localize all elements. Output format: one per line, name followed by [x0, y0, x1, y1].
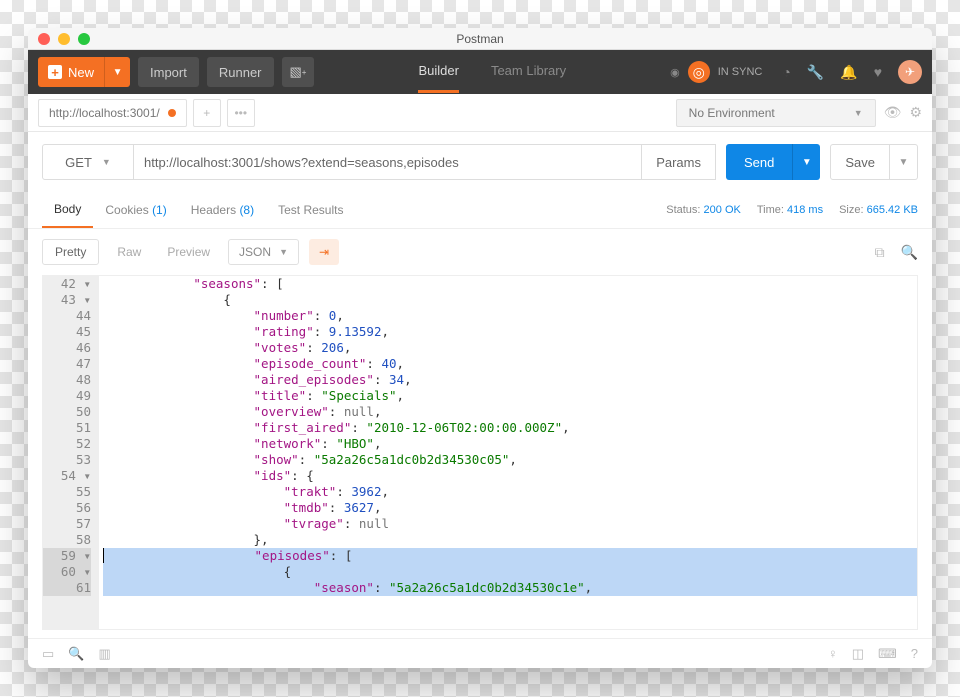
tab-cookies[interactable]: Cookies (1)	[93, 193, 178, 227]
headers-count: (8)	[239, 203, 254, 217]
size-value: 665.42 KB	[867, 204, 918, 216]
time-value: 418 ms	[787, 204, 823, 216]
cookies-label: Cookies	[105, 203, 148, 217]
http-method-selector[interactable]: GET ▼	[42, 144, 134, 180]
settings-wrench-icon[interactable]: 🔧	[807, 64, 824, 81]
new-window-button[interactable]: ▧+	[282, 57, 315, 87]
chevron-down-icon: ▼	[854, 108, 863, 118]
chevron-down-icon: ▼	[279, 247, 288, 257]
statusbar: ▭ 🔍 ▥ ♀ ◫ ⌨ ?	[28, 638, 932, 668]
console-icon[interactable]: ▥	[98, 646, 110, 662]
response-viewbar: Pretty Raw Preview JSON ▼ ⇥ ⧉ 🔍	[28, 229, 932, 275]
plus-icon: +	[48, 65, 62, 79]
environment-selector[interactable]: No Environment ▼	[676, 99, 876, 127]
find-icon[interactable]: 🔍	[68, 646, 84, 662]
tab-headers[interactable]: Headers (8)	[179, 193, 266, 227]
tab-builder[interactable]: Builder	[418, 51, 458, 93]
format-label: JSON	[239, 245, 271, 259]
request-tab-label: http://localhost:3001/	[49, 106, 160, 120]
cookies-count: (1)	[152, 203, 167, 217]
view-pretty[interactable]: Pretty	[42, 239, 99, 265]
two-pane-icon[interactable]: ◫	[852, 646, 864, 662]
params-button[interactable]: Params	[642, 144, 716, 180]
view-raw[interactable]: Raw	[109, 240, 149, 264]
bootcamp-icon[interactable]: ♀	[828, 646, 838, 662]
chevron-down-icon: ▼	[102, 157, 111, 167]
request-bar: GET ▼ Params Send ▼ Save ▼	[28, 132, 932, 192]
tab-team-library[interactable]: Team Library	[491, 51, 566, 93]
save-dropdown[interactable]: ▼	[890, 144, 918, 180]
environment-settings-icon[interactable]: ⚙	[909, 104, 922, 121]
unsaved-indicator-icon	[168, 109, 176, 117]
wrap-lines-icon[interactable]: ⇥	[309, 239, 339, 265]
send-dropdown[interactable]: ▼	[792, 144, 820, 180]
user-avatar[interactable]: ✈	[898, 60, 922, 84]
http-method-label: GET	[65, 155, 92, 170]
copy-response-icon[interactable]: ⧉	[875, 244, 885, 261]
sync-icon[interactable]: ◎	[688, 61, 710, 83]
heart-icon[interactable]: ♥	[874, 64, 882, 80]
status-label: Status:	[666, 204, 700, 216]
response-body: 42 ▾43 ▾4445464748495051525354 ▾55565758…	[42, 275, 918, 630]
format-selector[interactable]: JSON ▼	[228, 239, 299, 265]
size-label: Size:	[839, 204, 863, 216]
status-value: 200 OK	[704, 204, 741, 216]
environment-label: No Environment	[689, 106, 775, 120]
satellite-icon[interactable]: ◉	[670, 66, 680, 79]
notifications-icon[interactable]: 🔔	[840, 64, 857, 81]
code-content[interactable]: "seasons": [ { "number": 0, "rating": 9.…	[99, 276, 917, 629]
line-gutter: 42 ▾43 ▾4445464748495051525354 ▾55565758…	[43, 276, 99, 629]
request-tab[interactable]: http://localhost:3001/	[38, 99, 187, 127]
view-preview[interactable]: Preview	[159, 240, 218, 264]
headers-label: Headers	[191, 203, 236, 217]
window-titlebar: Postman	[28, 28, 932, 50]
url-input[interactable]	[134, 144, 642, 180]
app-toolbar: + New ▼ Import Runner ▧+ Builder Team Li…	[28, 50, 932, 94]
time-label: Time:	[757, 204, 784, 216]
sidebar-toggle-icon[interactable]: ▭	[42, 646, 54, 662]
sync-label: IN SYNC	[718, 66, 763, 78]
tab-options-button[interactable]: •••	[227, 99, 255, 127]
window-title: Postman	[28, 32, 932, 46]
new-button-label: New	[68, 65, 94, 80]
keyboard-icon[interactable]: ⌨	[878, 646, 897, 662]
save-button[interactable]: Save	[830, 144, 890, 180]
add-tab-button[interactable]: +	[193, 99, 221, 127]
import-button[interactable]: Import	[138, 57, 199, 87]
search-response-icon[interactable]: 🔍	[901, 244, 918, 261]
environment-quicklook-icon[interactable]: 👁	[884, 104, 902, 121]
capture-icon[interactable]: ◔	[782, 64, 790, 80]
tab-test-results[interactable]: Test Results	[266, 193, 355, 227]
help-icon[interactable]: ?	[911, 646, 918, 662]
tab-body[interactable]: Body	[42, 192, 93, 228]
new-button[interactable]: + New	[38, 57, 104, 87]
send-button[interactable]: Send	[726, 144, 792, 180]
response-tabs: Body Cookies (1) Headers (8) Test Result…	[28, 192, 932, 229]
runner-button[interactable]: Runner	[207, 57, 274, 87]
request-tabs-row: http://localhost:3001/ + ••• No Environm…	[28, 94, 932, 132]
new-dropdown[interactable]: ▼	[104, 57, 130, 87]
